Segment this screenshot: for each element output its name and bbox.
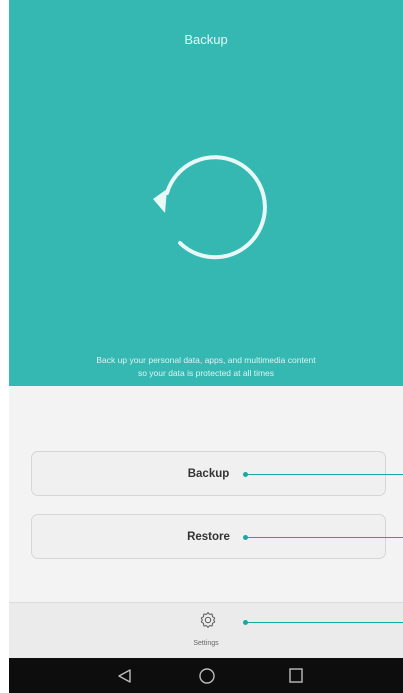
- home-icon[interactable]: [198, 668, 216, 686]
- system-navigation-bar: [9, 658, 403, 693]
- recent-apps-icon[interactable]: [288, 668, 304, 684]
- backup-screen: Backup Back up your personal data, apps,…: [9, 0, 403, 693]
- backup-sync-icon: [153, 155, 267, 260]
- backup-button-label: Backup: [187, 467, 230, 480]
- callout-line-backup: [243, 472, 403, 477]
- callout-line-settings: [243, 620, 403, 625]
- callout-line-restore: [243, 535, 403, 540]
- hero-description-line-1: Back up your personal data, apps, and mu…: [96, 355, 316, 365]
- settings-gear-icon[interactable]: [199, 611, 217, 629]
- settings-label: Settings: [193, 640, 219, 647]
- page-title: Backup: [184, 32, 228, 47]
- hero-panel: Backup Back up your personal data, apps,…: [9, 0, 403, 386]
- back-icon[interactable]: [117, 668, 133, 684]
- hero-description: Back up your personal data, apps, and mu…: [45, 354, 367, 380]
- hero-description-line-2: so your data is protected at all times: [137, 368, 275, 378]
- restore-button-label: Restore: [187, 530, 230, 543]
